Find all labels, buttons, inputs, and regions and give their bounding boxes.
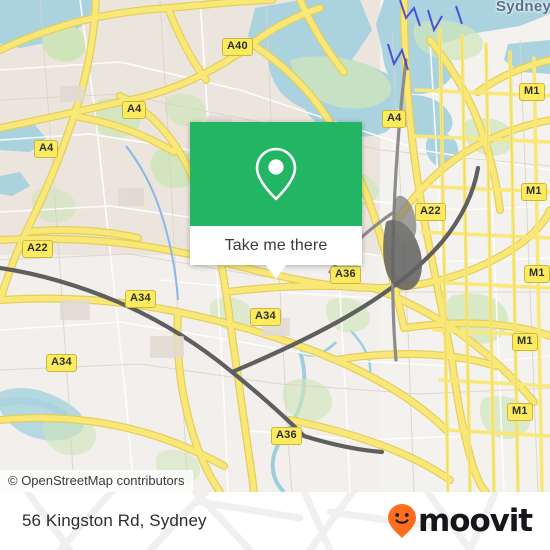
- highway-shield: A22: [22, 240, 53, 258]
- map-label-city: Sydney: [496, 0, 550, 15]
- highway-shield: A4: [34, 140, 59, 158]
- highway-shield: M1: [512, 333, 538, 351]
- highway-shield: M1: [519, 83, 545, 101]
- highway-shield: M1: [521, 183, 547, 201]
- highway-shield: A36: [330, 266, 361, 284]
- moovit-wordmark: moovit: [418, 502, 533, 539]
- take-me-there-label: Take me there: [224, 236, 328, 254]
- address-label: 56 Kingston Rd, Sydney: [22, 511, 207, 530]
- highway-shield: M1: [507, 403, 533, 421]
- highway-shield: A4: [122, 101, 147, 119]
- highway-shield: A34: [125, 290, 156, 308]
- moovit-logo[interactable]: moovit: [387, 502, 533, 539]
- highway-shield: A34: [46, 354, 77, 372]
- moovit-pin-smile-icon: [388, 504, 417, 538]
- map-attribution: © OpenStreetMap contributors: [0, 470, 193, 492]
- highway-shield: A4: [382, 110, 407, 128]
- destination-callout[interactable]: Take me there: [190, 122, 362, 265]
- callout-tail: [265, 264, 287, 279]
- take-me-there-button[interactable]: Take me there: [190, 226, 362, 265]
- highway-shield: A22: [415, 203, 446, 221]
- footer-bar: 56 Kingston Rd, Sydney moovit: [0, 492, 550, 550]
- highway-shield: A34: [250, 308, 281, 326]
- callout-icon-area: [190, 122, 362, 226]
- map-pin-icon: [255, 147, 297, 201]
- moovit-map-page: Sydney A40 A4 A4 A4 A22 A22 M1 M1 M1 M1 …: [0, 0, 550, 550]
- highway-shield: A36: [271, 427, 302, 445]
- highway-shield: M1: [524, 265, 550, 283]
- highway-shield: A40: [222, 38, 253, 56]
